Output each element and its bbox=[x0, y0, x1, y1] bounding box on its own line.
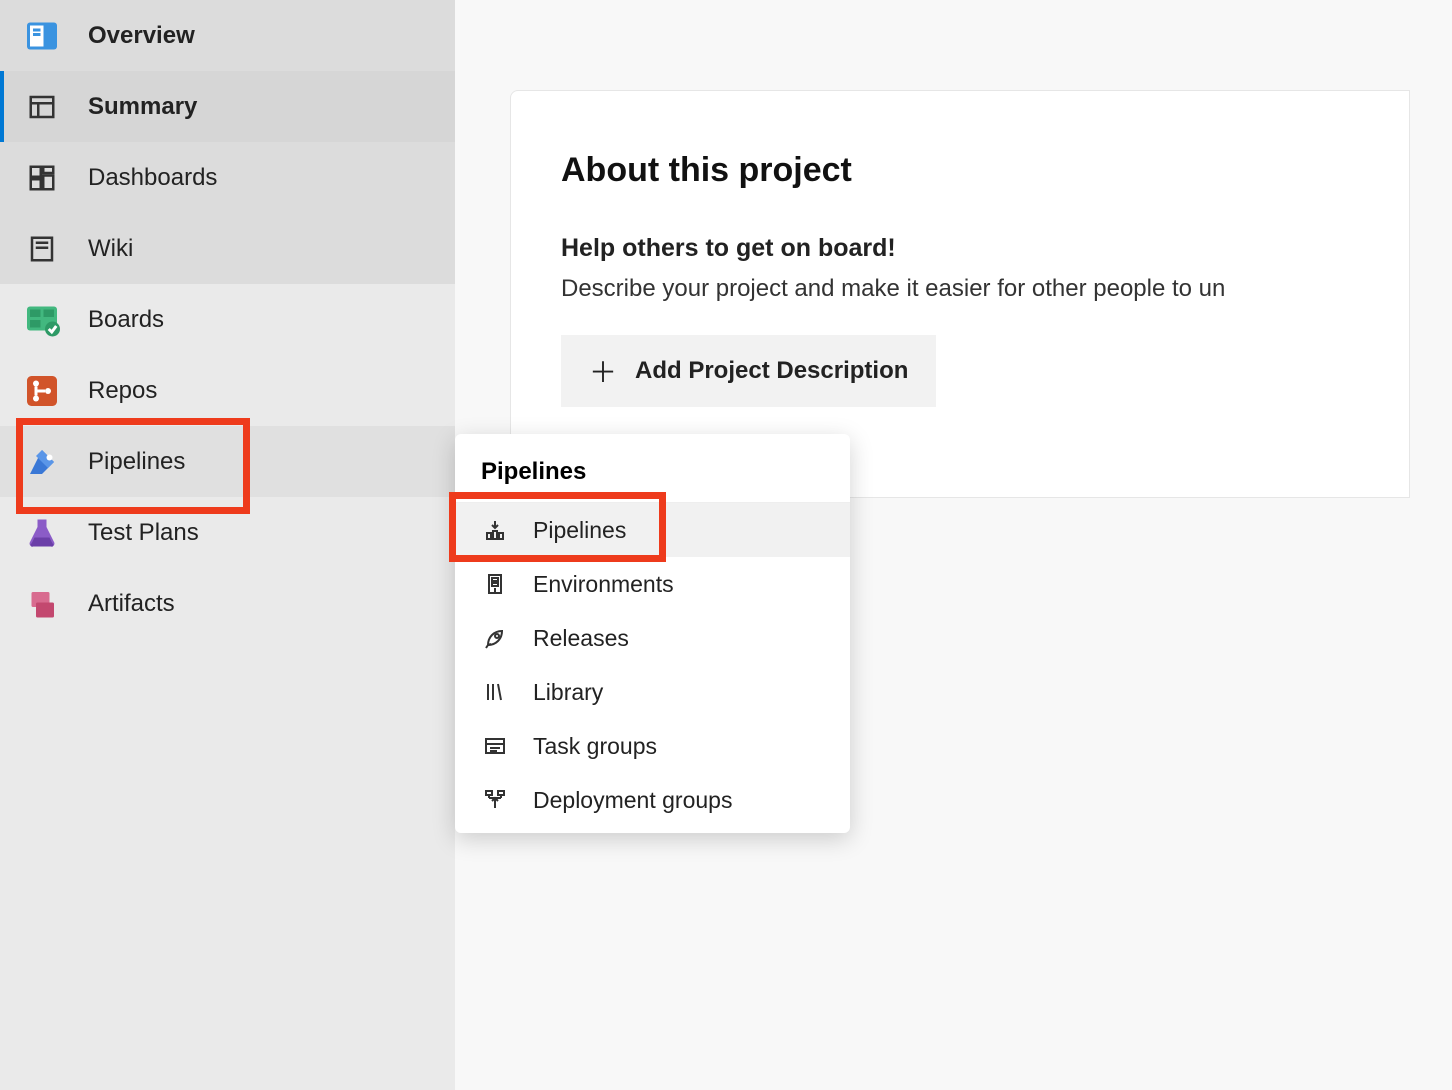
sidebar-item-testplans[interactable]: Test Plans bbox=[0, 497, 455, 568]
sidebar-item-dashboards[interactable]: Dashboards bbox=[0, 142, 455, 213]
sidebar-item-label: Summary bbox=[88, 93, 197, 121]
flyout-item-label: Environments bbox=[533, 571, 674, 598]
sidebar-item-label: Test Plans bbox=[88, 519, 199, 547]
testplans-icon bbox=[24, 515, 60, 551]
dashboards-icon bbox=[24, 160, 60, 196]
artifacts-icon bbox=[24, 586, 60, 622]
flyout-item-environments[interactable]: Environments bbox=[455, 557, 850, 611]
sidebar: Overview Summary Dashboards Wiki bbox=[0, 0, 455, 1090]
flyout-item-library[interactable]: Library bbox=[455, 665, 850, 719]
sidebar-item-label: Boards bbox=[88, 306, 164, 334]
pipelines-flyout: Pipelines Pipelines Environments Release… bbox=[455, 434, 850, 833]
taskgroups-icon bbox=[481, 732, 509, 760]
repos-icon bbox=[24, 373, 60, 409]
library-icon bbox=[481, 678, 509, 706]
pipelines-run-icon bbox=[481, 516, 509, 544]
sidebar-item-label: Repos bbox=[88, 377, 157, 405]
add-project-description-button[interactable]: ＋ Add Project Description bbox=[561, 335, 936, 407]
sidebar-item-artifacts[interactable]: Artifacts bbox=[0, 568, 455, 639]
flyout-item-label: Task groups bbox=[533, 733, 657, 760]
summary-icon bbox=[24, 89, 60, 125]
plus-icon: ＋ bbox=[589, 351, 617, 391]
flyout-item-deploygroups[interactable]: Deployment groups bbox=[455, 773, 850, 827]
releases-icon bbox=[481, 624, 509, 652]
sidebar-item-label: Artifacts bbox=[88, 590, 175, 618]
environments-icon bbox=[481, 570, 509, 598]
sidebar-item-overview[interactable]: Overview bbox=[0, 0, 455, 71]
sidebar-item-boards[interactable]: Boards bbox=[0, 284, 455, 355]
sidebar-item-label: Wiki bbox=[88, 235, 133, 263]
flyout-item-taskgroups[interactable]: Task groups bbox=[455, 719, 850, 773]
flyout-item-label: Pipelines bbox=[533, 517, 626, 544]
deploygroups-icon bbox=[481, 786, 509, 814]
boards-icon bbox=[24, 302, 60, 338]
flyout-item-label: Releases bbox=[533, 625, 629, 652]
flyout-item-label: Library bbox=[533, 679, 603, 706]
sidebar-item-label: Dashboards bbox=[88, 164, 217, 192]
sidebar-item-wiki[interactable]: Wiki bbox=[0, 213, 455, 284]
flyout-item-releases[interactable]: Releases bbox=[455, 611, 850, 665]
flyout-item-label: Deployment groups bbox=[533, 787, 732, 814]
wiki-icon bbox=[24, 231, 60, 267]
flyout-title: Pipelines bbox=[455, 434, 850, 503]
sidebar-item-label: Overview bbox=[88, 22, 195, 50]
sidebar-item-pipelines[interactable]: Pipelines bbox=[0, 426, 455, 497]
sidebar-item-repos[interactable]: Repos bbox=[0, 355, 455, 426]
add-btn-label: Add Project Description bbox=[635, 357, 908, 385]
overview-icon bbox=[24, 18, 60, 54]
about-heading: About this project bbox=[561, 151, 1359, 190]
about-description: Describe your project and make it easier… bbox=[561, 275, 1359, 303]
about-subheading: Help others to get on board! bbox=[561, 234, 1359, 263]
sidebar-item-label: Pipelines bbox=[88, 448, 185, 476]
flyout-item-pipelines[interactable]: Pipelines bbox=[455, 503, 850, 557]
pipelines-icon bbox=[24, 444, 60, 480]
sidebar-item-summary[interactable]: Summary bbox=[0, 71, 455, 142]
